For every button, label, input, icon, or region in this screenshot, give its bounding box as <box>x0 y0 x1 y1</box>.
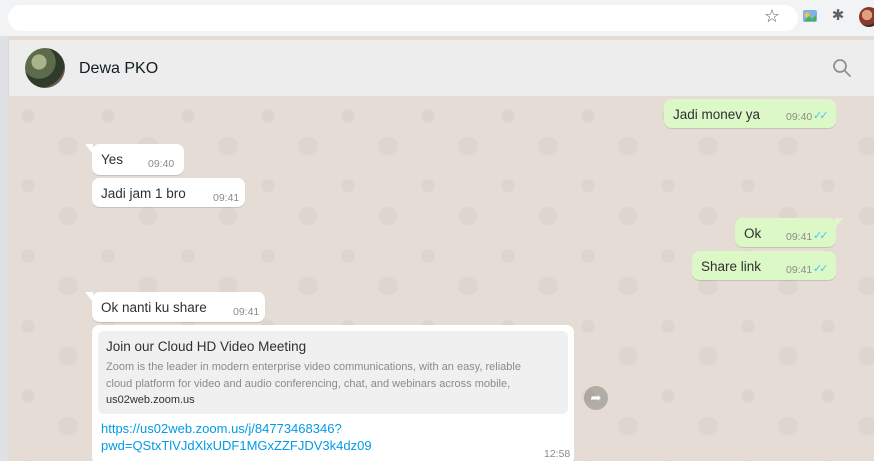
message-incoming[interactable]: Yes 09:40 <box>85 144 184 175</box>
message-outgoing[interactable]: Ok 09:41 ✓✓ <box>735 218 843 247</box>
message-time: 09:41 <box>786 264 813 276</box>
read-ticks-icon: ✓✓ <box>813 110 829 122</box>
link-preview-card[interactable]: Join our Cloud HD Video Meeting Zoom is … <box>98 331 568 414</box>
message-time: 09:41 <box>213 192 240 204</box>
message-incoming[interactable]: Jadi jam 1 bro 09:41 <box>92 178 245 207</box>
message-text: Ok nanti ku share <box>101 300 207 315</box>
message-text: Ok <box>744 226 762 241</box>
message-outgoing[interactable]: Share link 09:41 ✓✓ <box>692 251 836 280</box>
message-text: Yes <box>101 152 124 167</box>
chat-header: Dewa PKO <box>8 40 874 96</box>
message-text: Jadi monev ya <box>673 107 761 122</box>
message-incoming[interactable]: Ok nanti ku share 09:41 <box>85 292 265 322</box>
puzzle-icon[interactable]: ✱ <box>830 8 846 24</box>
extension-icon[interactable] <box>802 8 818 24</box>
profile-avatar[interactable] <box>859 7 874 27</box>
address-bar[interactable] <box>8 5 798 31</box>
message-outgoing[interactable]: Jadi monev ya 09:40 ✓✓ <box>664 99 836 128</box>
message-text: Share link <box>701 259 762 274</box>
read-ticks-icon: ✓✓ <box>813 230 829 242</box>
message-time: 09:41 <box>233 306 260 318</box>
message-time: 09:40 <box>148 158 175 170</box>
meeting-link[interactable]: https://us02web.zoom.us/j/84773468346? p… <box>101 420 372 454</box>
forward-icon[interactable]: ➦ <box>584 386 608 410</box>
avatar[interactable] <box>25 48 65 88</box>
message-text: Jadi jam 1 bro <box>101 186 186 201</box>
link-message[interactable]: Join our Cloud HD Video Meeting Zoom is … <box>92 325 574 461</box>
link-preview-domain: us02web.zoom.us <box>106 394 195 406</box>
contact-name[interactable]: Dewa PKO <box>79 60 158 78</box>
star-icon[interactable]: ☆ <box>763 7 781 25</box>
browser-toolbar: ☆ ✱ <box>0 0 874 36</box>
meeting-link-line[interactable]: https://us02web.zoom.us/j/84773468346? <box>101 420 372 437</box>
message-time: 12:58 <box>544 448 571 460</box>
message-list: Jadi monev ya 09:40 ✓✓ Yes 09:40 Jadi ja… <box>8 96 874 461</box>
search-icon[interactable] <box>832 58 852 78</box>
message-time: 09:40 <box>786 111 813 123</box>
link-preview-title: Join our Cloud HD Video Meeting <box>106 339 307 354</box>
link-preview-description: Zoom is the leader in modern enterprise … <box>106 361 521 390</box>
whatsapp-web-app: Dewa PKO Jadi monev ya 09:40 ✓✓ Yes 09:4… <box>8 36 874 461</box>
message-time: 09:41 <box>786 231 813 243</box>
read-ticks-icon: ✓✓ <box>813 263 829 275</box>
meeting-link-line[interactable]: pwd=QStxTlVJdXlxUDF1MGxZZFJDV3k4dz09 <box>101 437 372 454</box>
